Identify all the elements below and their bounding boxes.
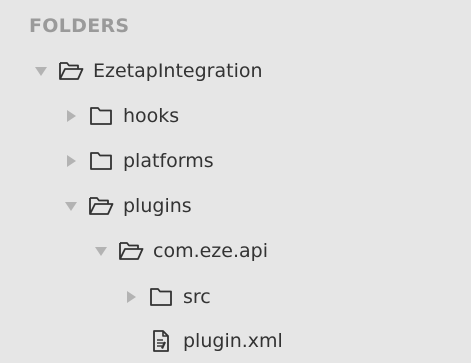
folders-header: FOLDERS <box>29 15 130 37</box>
expanded-arrow-icon[interactable] <box>32 62 50 80</box>
expanded-arrow-icon[interactable] <box>62 197 80 215</box>
tree-label-root: EzetapIntegration <box>93 60 263 82</box>
tree-row-com-eze-api[interactable]: com.eze.api <box>0 233 471 269</box>
folder-icon <box>148 285 174 309</box>
file-icon <box>148 329 174 353</box>
tree-row-plugins[interactable]: plugins <box>0 188 471 224</box>
folder-open-icon <box>88 194 114 218</box>
folder-icon <box>88 149 114 173</box>
tree-row-root[interactable]: EzetapIntegration <box>0 53 471 89</box>
folder-open-icon <box>118 239 144 263</box>
collapsed-arrow-icon[interactable] <box>62 152 80 170</box>
collapsed-arrow-icon[interactable] <box>62 107 80 125</box>
tree-label-plugins: plugins <box>123 195 192 217</box>
collapsed-arrow-icon[interactable] <box>122 288 140 306</box>
tree-label-hooks: hooks <box>123 105 180 127</box>
tree-row-hooks[interactable]: hooks <box>0 98 471 134</box>
tree-label-src: src <box>183 286 211 308</box>
tree-row-plugin-xml[interactable]: plugin.xml <box>0 323 471 359</box>
folder-open-icon <box>58 59 84 83</box>
folders-sidebar: FOLDERS EzetapIntegration hooks platform… <box>0 0 471 363</box>
tree-label-plugin-xml: plugin.xml <box>183 330 283 352</box>
tree-label-com-eze-api: com.eze.api <box>153 240 268 262</box>
folder-icon <box>88 104 114 128</box>
tree-row-platforms[interactable]: platforms <box>0 143 471 179</box>
tree-row-src[interactable]: src <box>0 279 471 315</box>
tree-label-platforms: platforms <box>123 150 214 172</box>
expanded-arrow-icon[interactable] <box>92 242 110 260</box>
